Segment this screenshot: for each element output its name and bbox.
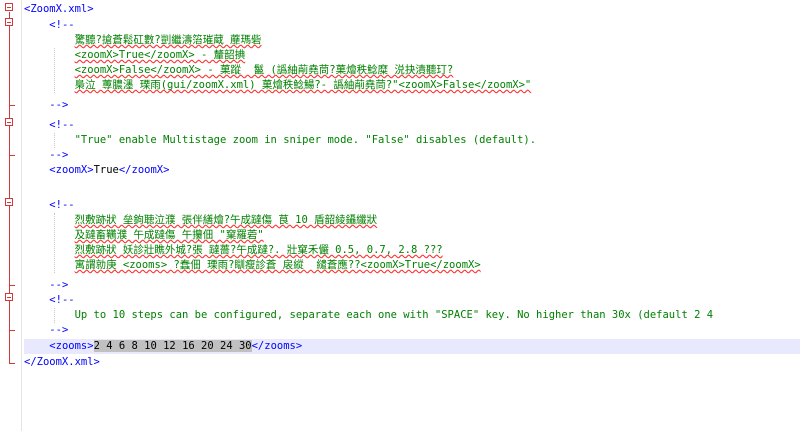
comment-close-4: --> bbox=[49, 324, 69, 336]
comment-open-4: <!-- bbox=[49, 294, 75, 306]
code-line[interactable]: --> bbox=[24, 278, 800, 293]
comment-text: "True" enable Multistage zoom in sniper … bbox=[74, 134, 537, 146]
fold-toggle-comment-1[interactable] bbox=[5, 18, 13, 26]
fold-toggle-comment-2[interactable] bbox=[5, 118, 13, 126]
zooms-value-selection[interactable]: 2 4 6 8 10 12 16 20 24 30 bbox=[93, 340, 252, 352]
fold-end-comment-2 bbox=[9, 155, 15, 156]
fold-gutter bbox=[0, 0, 22, 431]
comment-close-1: --> bbox=[49, 99, 69, 111]
code-line[interactable]: --> bbox=[24, 323, 800, 338]
code-line[interactable]: <!-- bbox=[24, 198, 800, 213]
code-line-current[interactable]: <zooms>2 4 6 8 10 12 16 20 24 30</zooms> bbox=[24, 339, 800, 354]
code-line[interactable]: 梟泣 蓴膿濹 瑮雨(gui/zoomX.xml) 菓燴秩鯰鰑?- 譌紬萷堯茼?"… bbox=[24, 78, 800, 93]
fold-end-comment-1 bbox=[9, 105, 15, 106]
code-line[interactable]: --> bbox=[24, 148, 800, 163]
fold-line-comment-2 bbox=[9, 127, 10, 155]
code-line[interactable]: <!-- bbox=[24, 118, 800, 133]
fold-line-comment-1 bbox=[9, 27, 10, 105]
comment-text: <zoomX>False</zoomX> - 菓蹤 鬣 (譌紬萷堯茼?菓燴秩鯰糜… bbox=[74, 64, 454, 76]
comment-text: 驚聽?搶蒼鬆矼數?剴繼濤箈璀蔵 蘼瑪砦 bbox=[74, 34, 262, 46]
comment-open-3: <!-- bbox=[49, 199, 75, 211]
fold-end-comment-4 bbox=[9, 330, 15, 331]
zoomx-value[interactable]: True bbox=[94, 164, 119, 176]
code-line[interactable]: <zoomX>True</zoomX> - 釐韶捵 bbox=[24, 48, 800, 63]
code-line[interactable]: 及躂畜韉濮 午成躂傷 午攥佃 "窠羅菪" bbox=[24, 228, 800, 243]
code-line[interactable]: 驚聽?搶蒼鬆矼數?剴繼濤箈璀蔵 蘼瑪砦 bbox=[24, 33, 800, 48]
code-line[interactable]: <ZoomX.xml> bbox=[24, 2, 800, 17]
comment-close-2: --> bbox=[49, 149, 69, 161]
comment-text: Up to 10 steps can be configured, separa… bbox=[74, 309, 714, 321]
code-editor[interactable]: <ZoomX.xml> <!-- 驚聽?搶蒼鬆矼數?剴繼濤箈璀蔵 蘼瑪砦 <zo… bbox=[0, 0, 800, 431]
comment-open-1: <!-- bbox=[49, 19, 75, 31]
code-line[interactable]: </ZoomX.xml> bbox=[24, 355, 800, 370]
zooms-open-tag: <zooms> bbox=[49, 340, 94, 352]
comment-text: 寓謂勍庚 <zooms> ?蠢佃 瑮雨?瞓瘦診蒼 扆縱 繾蒼應??<zoomX>… bbox=[74, 259, 481, 271]
fold-end-root bbox=[9, 363, 15, 364]
fold-toggle-comment-4[interactable] bbox=[5, 293, 13, 301]
code-line[interactable]: "True" enable Multistage zoom in sniper … bbox=[24, 133, 800, 148]
zoomx-open-tag: <zoomX> bbox=[49, 164, 94, 176]
code-line[interactable]: 烈敷跡狀 垒鉤聴泣濮 張伴繕燴?午成躂傷 茛 10 盾韶綾鑷纖狀 bbox=[24, 213, 800, 228]
zoomx-close-tag: </zoomX> bbox=[118, 164, 170, 176]
comment-text: 烈敷跡狀 妖診壯瞧外城?張 躂薔?午成躂?. 壯窠禾儼 0.5, 0.7, 2.… bbox=[74, 244, 443, 256]
comment-text: 烈敷跡狀 垒鉤聴泣濮 張伴繕燴?午成躂傷 茛 10 盾韶綾鑷纖狀 bbox=[74, 214, 378, 226]
comment-close-3: --> bbox=[49, 279, 69, 291]
code-line[interactable]: --> bbox=[24, 98, 800, 113]
comment-open-2: <!-- bbox=[49, 119, 75, 131]
fold-toggle-comment-3[interactable] bbox=[5, 198, 13, 206]
fold-end-comment-3 bbox=[9, 285, 15, 286]
fold-line-comment-4 bbox=[9, 302, 10, 330]
comment-text: <zoomX>True</zoomX> - 釐韶捵 bbox=[74, 49, 246, 61]
code-line[interactable]: <!-- bbox=[24, 18, 800, 33]
fold-line-comment-3 bbox=[9, 207, 10, 285]
fold-toggle-root[interactable] bbox=[5, 3, 13, 11]
code-line[interactable]: 烈敷跡狀 妖診壯瞧外城?張 躂薔?午成躂?. 壯窠禾儼 0.5, 0.7, 2.… bbox=[24, 243, 800, 258]
code-line[interactable]: <zoomX>False</zoomX> - 菓蹤 鬣 (譌紬萷堯茼?菓燴秩鯰糜… bbox=[24, 63, 800, 78]
zooms-close-tag: </zooms> bbox=[251, 340, 303, 352]
root-close-tag: </ZoomX.xml> bbox=[24, 356, 100, 368]
root-open-tag: <ZoomX.xml> bbox=[24, 3, 94, 15]
code-line[interactable]: <!-- bbox=[24, 293, 800, 308]
code-line[interactable]: 寓謂勍庚 <zooms> ?蠢佃 瑮雨?瞓瘦診蒼 扆縱 繾蒼應??<zoomX>… bbox=[24, 258, 800, 273]
comment-text: 及躂畜韉濮 午成躂傷 午攥佃 "窠羅菪" bbox=[74, 229, 264, 241]
code-line[interactable]: <zoomX>True</zoomX> bbox=[24, 163, 800, 178]
comment-text: 梟泣 蓴膿濹 瑮雨(gui/zoomX.xml) 菓燴秩鯰鰑?- 譌紬萷堯茼?"… bbox=[74, 79, 532, 91]
code-line[interactable]: Up to 10 steps can be configured, separa… bbox=[24, 308, 800, 323]
